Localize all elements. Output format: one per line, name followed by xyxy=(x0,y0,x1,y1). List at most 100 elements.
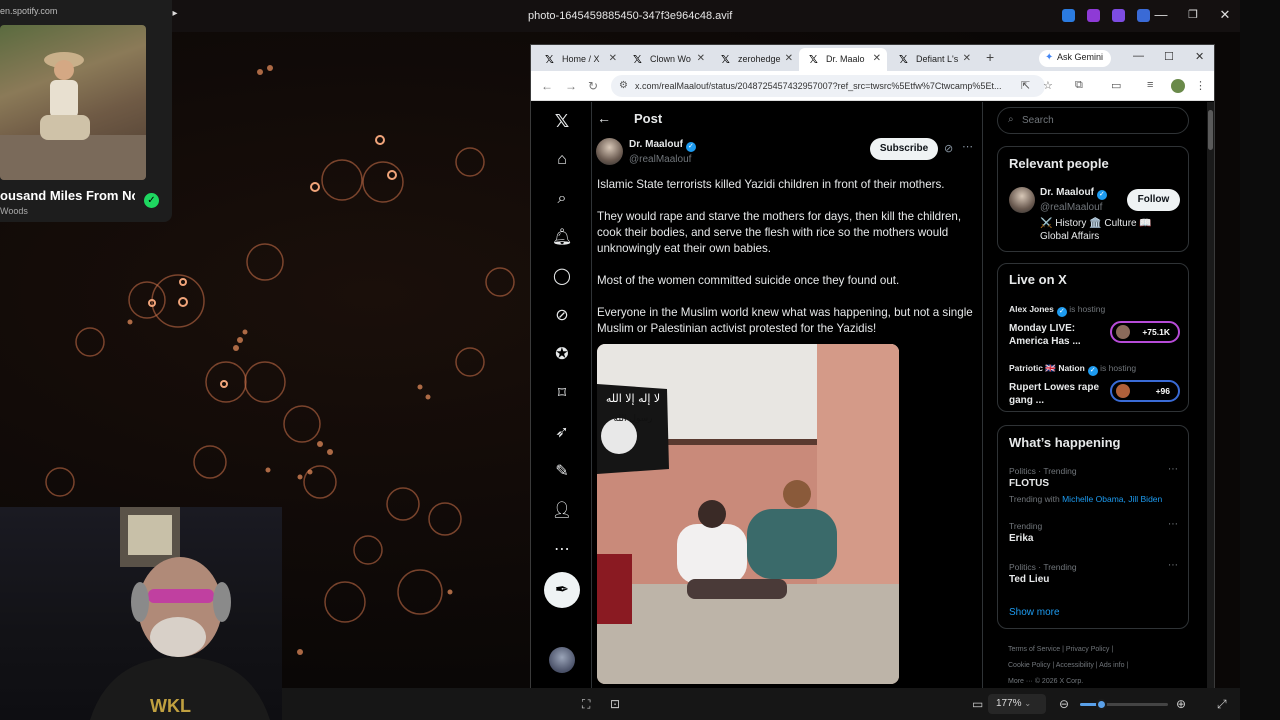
extensions-icon[interactable]: ⧉ xyxy=(1075,79,1083,92)
tray-app-icon[interactable] xyxy=(1087,9,1100,22)
profile-icon[interactable]: 👤︎ xyxy=(551,500,573,522)
footer-line[interactable]: Terms of Service | Privacy Policy | xyxy=(1008,642,1188,658)
trend-name[interactable]: Ted Lieu xyxy=(1009,574,1049,585)
footer-line[interactable]: Cookie Policy | Accessibility | Ads info… xyxy=(1008,658,1188,674)
fullscreen-icon[interactable]: ⤢ xyxy=(1217,697,1227,712)
new-tab-icon[interactable]: + xyxy=(986,49,994,65)
trend-name[interactable]: Erika xyxy=(1009,533,1033,544)
footer-line[interactable]: More ··· © 2026 X Corp. xyxy=(1008,674,1188,688)
x-logo-icon: 𝕏 xyxy=(809,54,818,66)
author-avatar[interactable] xyxy=(596,138,623,165)
x-logo-icon: 𝕏 xyxy=(545,54,554,66)
site-info-icon[interactable]: ⚙ xyxy=(619,80,628,91)
bookmarks-icon[interactable]: ⌑ xyxy=(551,383,573,405)
browser-maximize-icon[interactable]: ☐ xyxy=(1164,50,1174,63)
browser-menu-icon[interactable]: ⋮ xyxy=(1195,79,1206,92)
verified-badge-icon: ✓ xyxy=(1056,307,1067,317)
relevant-handle[interactable]: @realMaalouf xyxy=(1040,202,1102,213)
verified-icon[interactable]: ✪ xyxy=(551,344,573,366)
trend-more-icon[interactable]: ⋯ xyxy=(1168,464,1178,475)
zoom-slider[interactable] xyxy=(1080,699,1168,710)
live-listeners-pill[interactable]: +75.1K xyxy=(1110,321,1180,343)
live-listeners-pill[interactable]: +96 xyxy=(1110,380,1180,402)
minimize-icon[interactable]: — xyxy=(1146,7,1176,22)
spotify-miniplayer[interactable]: en.spotify.com ousand Miles From No Wood… xyxy=(0,0,172,222)
maximize-icon[interactable]: ❐ xyxy=(1178,8,1208,21)
close-tab-icon[interactable]: ✕ xyxy=(963,53,971,64)
zoom-in-icon[interactable]: ⊕ xyxy=(1176,697,1186,711)
show-more-link[interactable]: Show more xyxy=(1009,607,1060,618)
tab-home[interactable]: 𝕏 Home / X ✕ xyxy=(535,48,623,71)
messages-icon[interactable]: ◯ xyxy=(551,266,573,288)
home-icon[interactable]: ⌂ xyxy=(551,149,573,171)
tab-defiant[interactable]: 𝕏 Defiant L's ✕ xyxy=(889,48,977,71)
relevant-name[interactable]: Dr. Maalouf ✓ xyxy=(1040,187,1107,200)
reload-icon[interactable]: ↻ xyxy=(588,79,598,93)
tab-clown[interactable]: 𝕏 Clown Wo ✕ xyxy=(623,48,711,71)
zoom-select[interactable]: 177% ⌄ xyxy=(988,694,1046,714)
rocket-icon[interactable]: ➶ xyxy=(551,422,573,444)
url-text: x.com/realMaalouf/status/204872545743295… xyxy=(635,81,1002,91)
live-space-title[interactable]: Rupert Lowes rape gang ... xyxy=(1009,381,1104,407)
post-more-icon[interactable]: ⋯ xyxy=(962,140,973,153)
zoom-slider-thumb[interactable] xyxy=(1096,699,1108,710)
forward-icon[interactable]: → xyxy=(565,79,577,93)
explore-search-icon[interactable]: ⌕ xyxy=(551,188,573,210)
close-tab-icon[interactable]: ✕ xyxy=(609,53,617,64)
tray-app-icon[interactable] xyxy=(1062,9,1075,22)
tab-zerohedge[interactable]: 𝕏zerohedge ✕ xyxy=(711,48,799,71)
cast-icon[interactable]: ⇱ xyxy=(1021,79,1030,92)
zoom-out-icon[interactable]: ⊖ xyxy=(1059,697,1069,711)
notifications-bell-icon[interactable]: 🔔︎ xyxy=(551,227,573,249)
bookmark-star-icon[interactable]: ☆ xyxy=(1043,79,1053,92)
trend-more-icon[interactable]: ⋯ xyxy=(1168,519,1178,530)
back-arrow-icon[interactable]: ← xyxy=(597,110,611,126)
live-space-title[interactable]: Monday LIVE: America Has ... xyxy=(1009,322,1104,348)
ocr-icon[interactable]: ⊡ xyxy=(610,697,620,711)
subscribe-button[interactable]: Subscribe xyxy=(870,138,938,160)
close-tab-icon[interactable]: ✕ xyxy=(697,53,705,64)
close-tab-icon[interactable]: ✕ xyxy=(785,53,793,64)
account-avatar[interactable] xyxy=(549,647,575,673)
trend-more-icon[interactable]: ⋯ xyxy=(1168,560,1178,571)
tray-app-icon[interactable] xyxy=(1112,9,1125,22)
tab-maalouf[interactable]: 𝕏 Dr. Maalo ✕ xyxy=(799,48,887,71)
compose-post-button[interactable]: ✒ xyxy=(544,572,580,608)
ask-gemini-button[interactable]: ✦ Ask Gemini xyxy=(1039,50,1112,67)
author-name[interactable]: Dr. Maalouf ✓ xyxy=(629,139,696,152)
crop-icon[interactable]: ⛶ xyxy=(582,697,590,712)
trend-name[interactable]: FLOTUS xyxy=(1009,478,1049,489)
page-scrollbar[interactable] xyxy=(1207,102,1214,688)
post-image[interactable]: لا إله إلا الله رسول الله xyxy=(597,344,899,684)
media-icon[interactable]: ≡ xyxy=(1147,79,1153,91)
desktop-right-strip xyxy=(1240,0,1280,720)
scrollbar-thumb[interactable] xyxy=(1208,110,1213,150)
grok-icon[interactable]: ⊘ xyxy=(551,305,573,327)
close-icon[interactable]: ✕ xyxy=(1210,7,1240,23)
browser-window: 𝕏 Home / X ✕ 𝕏 Clown Wo ✕ 𝕏zerohedge ✕ 𝕏 Dr. M… xyxy=(530,44,1215,688)
relevant-avatar[interactable] xyxy=(1009,187,1035,213)
close-tab-icon[interactable]: ✕ xyxy=(873,53,881,64)
browser-close-icon[interactable]: ✕ xyxy=(1195,50,1204,63)
profile-avatar[interactable] xyxy=(1171,79,1185,93)
grok-explain-icon[interactable]: ⊘ xyxy=(944,142,953,155)
flag-text: لا إله إلا الله رسول الله xyxy=(603,392,663,426)
url-input[interactable]: ⚙ x.com/realMaalouf/status/20487254574329… xyxy=(611,75,1045,97)
live-host[interactable]: Patriotic 🇬🇧 Nation ✓ is hosting xyxy=(1009,363,1136,376)
browser-minimize-icon[interactable]: — xyxy=(1133,50,1144,62)
back-icon[interactable]: ← xyxy=(541,79,553,93)
viewer-titlebar: photo-1645459885450-347f3e964c48.avif — … xyxy=(0,0,1240,32)
post-paragraph: They would rape and starve the mothers f… xyxy=(597,210,962,255)
more-circle-icon[interactable]: ⋯ xyxy=(551,539,573,561)
follow-button[interactable]: Follow xyxy=(1127,189,1180,211)
live-host[interactable]: Alex Jones ✓ is hosting xyxy=(1009,304,1105,317)
saved-check-icon[interactable]: ✓ xyxy=(144,193,159,208)
live-count: +96 xyxy=(1155,386,1170,396)
trend-with-links[interactable]: Michelle Obama, Jill Biden xyxy=(1062,494,1162,504)
articles-icon[interactable]: ✎ xyxy=(551,461,573,483)
search-input[interactable]: ⌕ Search xyxy=(997,107,1189,134)
sidepanel-icon[interactable]: ▭ xyxy=(1111,79,1121,92)
x-home-logo-icon[interactable]: 𝕏 xyxy=(551,110,573,132)
fit-icon[interactable]: ▭ xyxy=(972,697,983,711)
author-handle[interactable]: @realMaalouf xyxy=(629,154,691,165)
